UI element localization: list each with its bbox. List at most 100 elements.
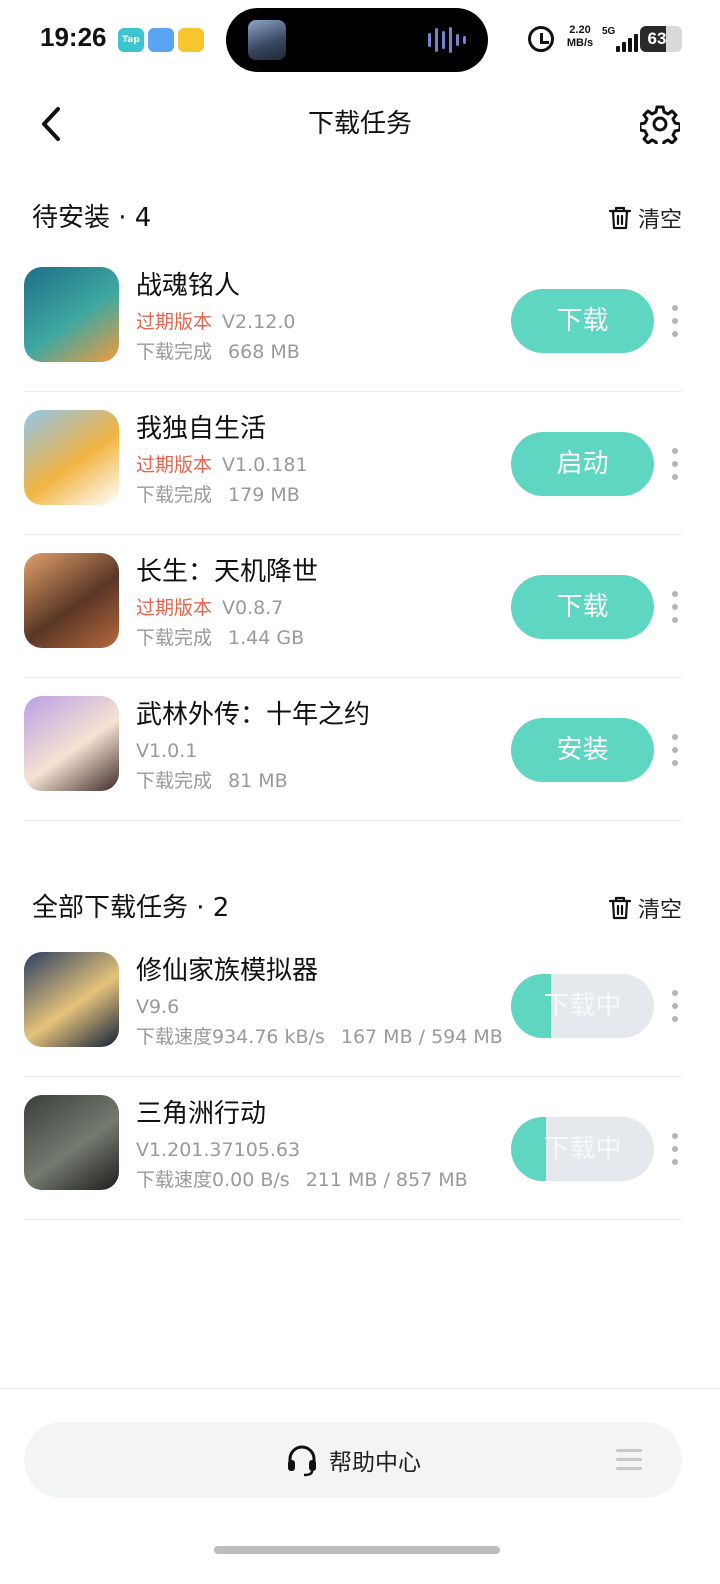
clear-pending-label: 清空 <box>637 208 682 233</box>
app-version-line: V1.201.37105.63 <box>136 1137 300 1163</box>
app-version-line: V1.0.1 <box>136 738 197 764</box>
clear-pending-button[interactable]: 清空 <box>608 198 682 238</box>
header: 下载任务 <box>0 88 720 160</box>
app-version-line: V9.6 <box>136 994 179 1020</box>
app-name: 我独自生活 <box>136 414 267 444</box>
status-bar: 19:26 Tap 2.20 MB/s 5G 63 <box>0 0 720 80</box>
app-name: 战魂铭人 <box>136 271 241 301</box>
all-section-title: 全部下载任务 · 2 <box>32 893 230 923</box>
audio-wave-icon <box>428 26 466 54</box>
more-options-button[interactable] <box>668 986 682 1026</box>
app-version-line: 过期版本 V2.12.0 <box>136 309 295 335</box>
list-item[interactable]: 战魂铭人过期版本 V2.12.0 下载完成 668 MB 下载 <box>24 249 682 392</box>
download-progress-text: 167 MB / 594 MB <box>340 1026 503 1048</box>
battery-level: 63 <box>647 29 667 48</box>
trash-icon <box>608 206 632 230</box>
app-version-line: 过期版本 V0.8.7 <box>136 595 283 621</box>
app-version: V1.0.181 <box>222 454 308 476</box>
progress-fill <box>511 1117 547 1181</box>
app-version: V1.201.37105.63 <box>136 1139 301 1161</box>
speed-label: 下载速度 <box>136 1169 213 1191</box>
more-options-button[interactable] <box>668 301 682 341</box>
app-version-line: 过期版本 V1.0.181 <box>136 452 308 478</box>
action-button[interactable]: 启动 <box>511 432 654 496</box>
progress-button-label: 下载中 <box>543 1134 622 1164</box>
app-status-line: 下载完成 81 MB <box>136 768 288 794</box>
more-options-button[interactable] <box>668 1129 682 1169</box>
status-time: 19:26 <box>40 22 107 52</box>
app-icon[interactable] <box>24 1095 119 1190</box>
progress-button-label: 下载中 <box>543 991 622 1021</box>
menu-icon[interactable] <box>616 1449 642 1471</box>
pending-section-title: 待安装 · 4 <box>32 203 152 233</box>
more-options-button[interactable] <box>668 730 682 770</box>
network-type: 5G <box>602 26 616 37</box>
app-icon[interactable] <box>24 952 119 1047</box>
all-section-header: 全部下载任务 · 2 清空 <box>32 888 682 928</box>
app-icon[interactable] <box>24 553 119 648</box>
file-size: 179 MB <box>228 484 300 506</box>
home-indicator[interactable] <box>214 1546 500 1554</box>
gear-icon <box>638 105 682 149</box>
app-status-line: 下载完成 668 MB <box>136 339 300 365</box>
app-status-line: 下载完成 179 MB <box>136 482 300 508</box>
clear-all-label: 清空 <box>637 898 682 923</box>
app-version: V9.6 <box>136 996 180 1018</box>
help-center-label: 帮助中心 <box>329 1450 421 1476</box>
download-status: 下载完成 <box>136 484 213 506</box>
settings-button[interactable] <box>638 104 682 149</box>
app-version: V1.0.1 <box>136 740 198 762</box>
download-status: 下载完成 <box>136 341 213 363</box>
list-item[interactable]: 武林外传：十年之约 V1.0.1 下载完成 81 MB 安装 <box>24 678 682 821</box>
app-icon[interactable] <box>24 696 119 791</box>
net-speed-unit: MB/s <box>566 37 594 49</box>
help-bar: 帮助中心 <box>24 1422 682 1498</box>
action-button[interactable]: 安装 <box>511 718 654 782</box>
outdated-badge: 过期版本 <box>136 597 213 619</box>
taptap-icon: Tap <box>118 28 144 52</box>
list-item[interactable]: 长生：天机降世过期版本 V0.8.7 下载完成 1.44 GB 下载 <box>24 535 682 678</box>
signal-icon <box>616 32 640 52</box>
file-size: 81 MB <box>228 770 288 792</box>
speed-label: 下载速度 <box>136 1026 213 1048</box>
app-name: 三角洲行动 <box>136 1099 267 1129</box>
more-options-button[interactable] <box>668 587 682 627</box>
bottom-divider <box>0 1388 720 1389</box>
app-icon[interactable] <box>24 267 119 362</box>
cloud-app-icon <box>148 28 174 52</box>
dynamic-island[interactable] <box>226 8 488 72</box>
app-name: 长生：天机降世 <box>136 557 319 587</box>
file-size: 1.44 GB <box>228 627 305 649</box>
action-button[interactable]: 下载 <box>511 289 654 353</box>
app-version: V0.8.7 <box>222 597 284 619</box>
list-item[interactable]: 我独自生活过期版本 V1.0.181 下载完成 179 MB 启动 <box>24 392 682 535</box>
list-item[interactable]: 修仙家族模拟器 V9.6 下载速度934.76 kB/s 167 MB / 594 M… <box>24 934 682 1077</box>
alarm-icon <box>528 26 554 52</box>
download-speed: 0.00 B/s <box>212 1169 290 1191</box>
download-speed-line: 下载速度934.76 kB/s 167 MB / 594 MB <box>136 1024 503 1050</box>
download-speed: 934.76 kB/s <box>212 1026 325 1048</box>
app-version: V2.12.0 <box>222 311 296 333</box>
trash-icon <box>608 896 632 920</box>
action-button[interactable]: 下载 <box>511 575 654 639</box>
battery-icon: 63 <box>640 26 682 52</box>
notes-app-icon <box>178 28 204 52</box>
download-progress-button[interactable]: 下载中 <box>511 1117 654 1181</box>
headset-icon <box>288 1445 316 1477</box>
help-center-button[interactable]: 帮助中心 <box>24 1422 682 1498</box>
download-progress-button[interactable]: 下载中 <box>511 974 654 1038</box>
net-speed-value: 2.20 <box>569 24 591 36</box>
more-options-button[interactable] <box>668 444 682 484</box>
outdated-badge: 过期版本 <box>136 311 213 333</box>
file-size: 668 MB <box>228 341 300 363</box>
list-item[interactable]: 三角洲行动 V1.201.37105.63 下载速度0.00 B/s 211 MB /… <box>24 1077 682 1220</box>
app-name: 修仙家族模拟器 <box>136 956 319 986</box>
download-status: 下载完成 <box>136 627 213 649</box>
pending-section-header: 待安装 · 4 清空 <box>32 198 682 238</box>
app-icon[interactable] <box>24 410 119 505</box>
media-thumbnail <box>248 20 286 60</box>
page-title: 下载任务 <box>307 109 412 139</box>
clear-all-button[interactable]: 清空 <box>608 888 682 928</box>
app-status-line: 下载完成 1.44 GB <box>136 625 304 651</box>
outdated-badge: 过期版本 <box>136 454 213 476</box>
